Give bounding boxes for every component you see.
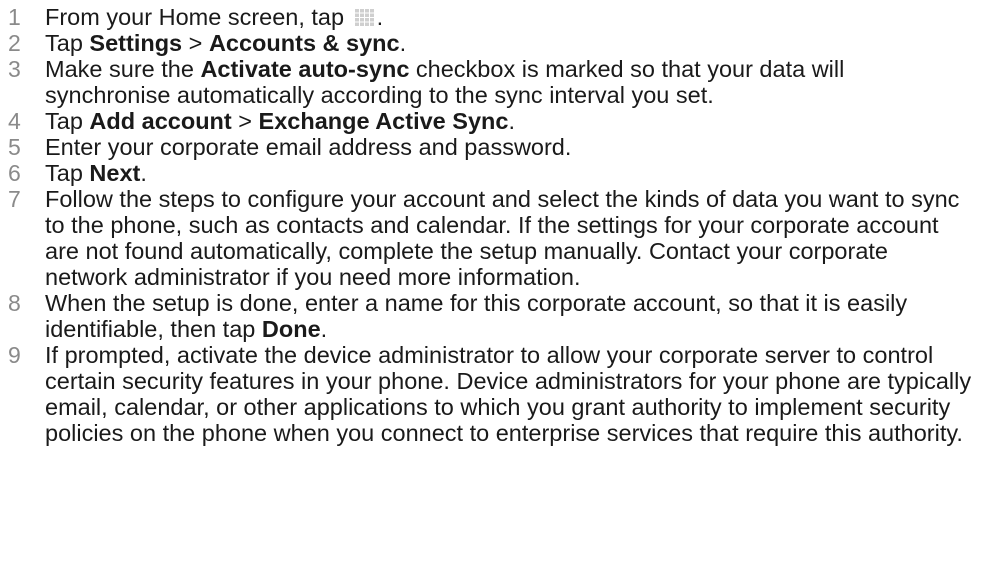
- step-number: 7: [8, 186, 21, 212]
- step-text: Make sure the Activate auto-sync checkbo…: [45, 56, 976, 108]
- step-text-run: >: [231, 108, 259, 134]
- ui-term-bold: Next: [89, 160, 141, 186]
- step-item: 9 If prompted, activate the device admini…: [8, 342, 976, 446]
- step-item: 1 From your Home screen, tap .: [8, 4, 976, 30]
- step-number: 9: [8, 342, 21, 368]
- step-text-run: If prompted, activate the device adminis…: [45, 342, 972, 446]
- step-item: 7 Follow the steps to configure your acco…: [8, 186, 976, 290]
- step-number: 3: [8, 56, 21, 82]
- step-number: 1: [8, 4, 21, 30]
- step-text-run: .: [320, 316, 328, 342]
- step-text-run: Tap: [45, 30, 90, 56]
- step-text-run: When the setup is done, enter a name for…: [45, 290, 908, 342]
- step-text-run: .: [508, 108, 515, 134]
- step-item: 8 When the setup is done, enter a name fo…: [8, 290, 976, 342]
- ui-term-bold: Add account: [89, 108, 232, 134]
- step-number: 5: [8, 134, 21, 160]
- step-text-run: Tap: [45, 108, 90, 134]
- step-text-run: .: [376, 4, 384, 30]
- step-text: Tap Next.: [45, 160, 976, 186]
- step-text-run: >: [182, 30, 209, 56]
- step-text-run: Follow the steps to configure your accou…: [45, 186, 960, 290]
- ui-term-bold: Settings: [89, 30, 183, 56]
- step-text-run: From your Home screen, tap: [45, 4, 351, 30]
- ui-term-bold: Activate auto-sync: [200, 56, 410, 82]
- instruction-steps-list: 1 From your Home screen, tap . 2 Tap Settin…: [0, 0, 990, 446]
- ui-term-bold: Done: [261, 316, 321, 342]
- step-text: When the setup is done, enter a name for…: [45, 290, 976, 342]
- step-number: 8: [8, 290, 21, 316]
- ui-term-bold: Accounts & sync: [208, 30, 400, 56]
- step-text: Enter your corporate email address and p…: [45, 134, 976, 160]
- step-text-run: Enter your corporate email address and p…: [45, 134, 572, 160]
- step-item: 2 Tap Settings > Accounts & sync.: [8, 30, 976, 56]
- step-item: 3 Make sure the Activate auto-sync checkb…: [8, 56, 976, 108]
- step-text: From your Home screen, tap .: [45, 4, 976, 30]
- step-text-run: Make sure the: [45, 56, 201, 82]
- step-number: 6: [8, 160, 21, 186]
- step-number: 2: [8, 30, 21, 56]
- step-text: Tap Settings > Accounts & sync.: [45, 30, 976, 56]
- step-item: 6 Tap Next.: [8, 160, 976, 186]
- step-text: Follow the steps to configure your accou…: [45, 186, 976, 290]
- step-text-run: Tap: [45, 160, 90, 186]
- step-text: Tap Add account > Exchange Active Sync.: [45, 108, 976, 134]
- step-text: If prompted, activate the device adminis…: [45, 342, 976, 446]
- step-text-run: .: [140, 160, 147, 186]
- step-item: 5 Enter your corporate email address and …: [8, 134, 976, 160]
- ui-term-bold: Exchange Active Sync: [258, 108, 509, 134]
- step-number: 4: [8, 108, 21, 134]
- step-item: 4 Tap Add account > Exchange Active Sync.: [8, 108, 976, 134]
- apps-grid-icon: [354, 6, 375, 26]
- step-text-run: .: [399, 30, 407, 56]
